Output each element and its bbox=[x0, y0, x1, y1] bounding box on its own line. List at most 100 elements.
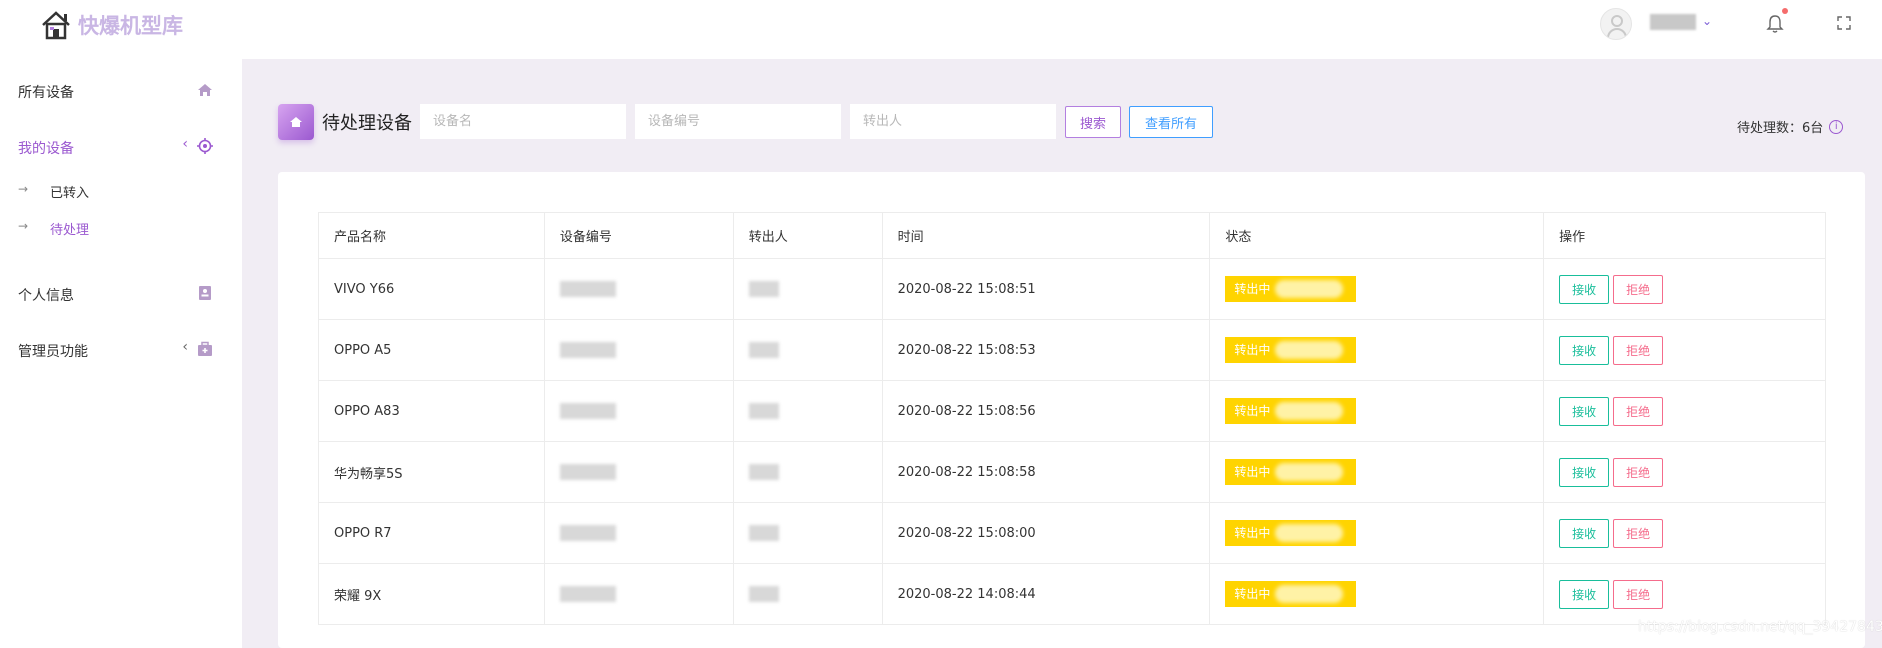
actions-cell: 接收 拒绝 bbox=[1543, 502, 1826, 564]
medical-bag-icon bbox=[198, 341, 212, 356]
status-badge: 转出中 bbox=[1225, 276, 1357, 302]
reject-button[interactable]: 拒绝 bbox=[1613, 335, 1664, 365]
sidebar-item-personal-info[interactable]: 个人信息 bbox=[18, 282, 214, 306]
status-cell: 转出中 bbox=[1209, 502, 1545, 564]
search-button[interactable]: 搜索 bbox=[1065, 106, 1121, 138]
sender-cell bbox=[732, 441, 883, 503]
status-cell: 转出中 bbox=[1209, 258, 1545, 320]
view-all-button[interactable]: 查看所有 bbox=[1129, 106, 1213, 138]
chevron-left-icon: ‹ bbox=[182, 339, 188, 355]
device-code-blurred bbox=[559, 403, 616, 419]
device-code-cell bbox=[543, 441, 734, 503]
device-code-blurred bbox=[559, 525, 616, 541]
product-name: OPPO A83 bbox=[334, 403, 400, 419]
product-name: OPPO A5 bbox=[334, 342, 392, 358]
sidebar-item-my-devices[interactable]: 我的设备 ‹ bbox=[18, 135, 214, 159]
device-name-input[interactable] bbox=[420, 104, 626, 139]
status-badge: 转出中 bbox=[1225, 459, 1357, 485]
product-name: VIVO Y66 bbox=[334, 281, 395, 297]
sender-input[interactable] bbox=[850, 104, 1056, 139]
table-row: 荣耀 9X 2020-08-22 14:08:44 转出中 接收 拒绝 bbox=[318, 563, 1826, 625]
pending-count-text: 待处理数：6台 bbox=[1737, 121, 1824, 136]
device-code-cell bbox=[543, 563, 734, 625]
product-name-cell: OPPO R7 bbox=[318, 502, 545, 564]
status-cell: 转出中 bbox=[1209, 319, 1545, 381]
pending-devices-table: 产品名称 设备编号 转出人 时间 状态 操作 VIVO Y66 2020-08-2… bbox=[318, 212, 1826, 625]
sidebar-item-label: 管理员功能 bbox=[18, 344, 88, 360]
status-text: 转出中 bbox=[1234, 343, 1271, 357]
time-value: 2020-08-22 15:08:58 bbox=[897, 464, 1036, 480]
arrow-right-icon: → bbox=[18, 219, 29, 233]
reject-button[interactable]: 拒绝 bbox=[1613, 579, 1664, 609]
chevron-down-icon[interactable]: ⌄ bbox=[1702, 14, 1712, 28]
arrow-right-icon: → bbox=[18, 182, 29, 196]
sender-cell bbox=[732, 502, 883, 564]
logo-text: 快爆机型库 bbox=[78, 14, 183, 38]
reject-button[interactable]: 拒绝 bbox=[1613, 274, 1664, 304]
device-code-cell bbox=[543, 380, 734, 442]
product-name-cell: OPPO A5 bbox=[318, 319, 545, 381]
table-row: OPPO A83 2020-08-22 15:08:56 转出中 接收 拒绝 bbox=[318, 380, 1826, 442]
info-icon[interactable]: i bbox=[1829, 119, 1844, 134]
reject-button[interactable]: 拒绝 bbox=[1613, 457, 1664, 487]
time-cell: 2020-08-22 15:08:00 bbox=[881, 502, 1211, 564]
product-name-cell: 荣耀 9X bbox=[318, 563, 545, 625]
actions-cell: 接收 拒绝 bbox=[1543, 258, 1826, 320]
device-code-blurred bbox=[559, 586, 616, 602]
notification-dot bbox=[1782, 8, 1788, 14]
table-row: OPPO A5 2020-08-22 15:08:53 转出中 接收 拒绝 bbox=[318, 319, 1826, 381]
reject-button[interactable]: 拒绝 bbox=[1613, 518, 1664, 548]
house-logo-icon bbox=[42, 11, 70, 40]
reject-button[interactable]: 拒绝 bbox=[1613, 396, 1664, 426]
username-blurred[interactable] bbox=[1650, 14, 1696, 30]
accept-button[interactable]: 接收 bbox=[1559, 396, 1610, 426]
device-code-cell bbox=[543, 319, 734, 381]
table-row: OPPO R7 2020-08-22 15:08:00 转出中 接收 拒绝 bbox=[318, 502, 1826, 564]
time-value: 2020-08-22 15:08:00 bbox=[897, 525, 1036, 541]
status-text: 转出中 bbox=[1234, 465, 1271, 479]
product-name: 华为畅享5S bbox=[334, 466, 403, 482]
product-name: 荣耀 9X bbox=[334, 588, 382, 604]
time-cell: 2020-08-22 15:08:51 bbox=[881, 258, 1211, 320]
sender-cell bbox=[732, 563, 883, 625]
time-cell: 2020-08-22 15:08:56 bbox=[881, 380, 1211, 442]
avatar[interactable] bbox=[1600, 8, 1632, 40]
sidebar-item-all-devices[interactable]: 所有设备 bbox=[18, 79, 214, 103]
status-text: 转出中 bbox=[1234, 526, 1271, 540]
sidebar-item-label: 所有设备 bbox=[18, 85, 74, 101]
accept-button[interactable]: 接收 bbox=[1559, 335, 1610, 365]
product-name-cell: OPPO A83 bbox=[318, 380, 545, 442]
device-code-blurred bbox=[559, 464, 616, 480]
sidebar-item-admin[interactable]: 管理员功能 ‹ bbox=[18, 338, 214, 362]
logo[interactable]: 快爆机型库 bbox=[40, 9, 183, 41]
page-title: 待处理设备 bbox=[322, 113, 412, 134]
table-row: VIVO Y66 2020-08-22 15:08:51 转出中 接收 拒绝 bbox=[318, 258, 1826, 320]
watermark: https://blog.csdn.net/qq_39427843 bbox=[1638, 619, 1882, 635]
sender-blurred bbox=[748, 281, 779, 297]
column-header: 操作 bbox=[1543, 212, 1826, 259]
status-cell: 转出中 bbox=[1209, 563, 1545, 625]
sidebar-item-label: 个人信息 bbox=[18, 288, 74, 304]
time-value: 2020-08-22 15:08:51 bbox=[897, 281, 1036, 297]
status-badge: 转出中 bbox=[1225, 398, 1357, 424]
product-name-cell: VIVO Y66 bbox=[318, 258, 545, 320]
accept-button[interactable]: 接收 bbox=[1559, 579, 1610, 609]
device-code-cell bbox=[543, 502, 734, 564]
sender-cell bbox=[732, 258, 883, 320]
time-cell: 2020-08-22 15:08:53 bbox=[881, 319, 1211, 381]
column-header: 转出人 bbox=[732, 212, 883, 259]
status-badge: 转出中 bbox=[1225, 581, 1357, 607]
column-header: 产品名称 bbox=[318, 212, 545, 259]
device-code-input[interactable] bbox=[635, 104, 841, 139]
bell-icon[interactable] bbox=[1766, 14, 1784, 34]
status-text: 转出中 bbox=[1234, 404, 1271, 418]
accept-button[interactable]: 接收 bbox=[1559, 274, 1610, 304]
accept-button[interactable]: 接收 bbox=[1559, 457, 1610, 487]
accept-button[interactable]: 接收 bbox=[1559, 518, 1610, 548]
sender-blurred bbox=[748, 342, 779, 358]
time-value: 2020-08-22 14:08:44 bbox=[897, 586, 1036, 602]
product-name: OPPO R7 bbox=[334, 525, 392, 541]
status-text: 转出中 bbox=[1234, 587, 1271, 601]
fullscreen-icon[interactable] bbox=[1836, 15, 1852, 31]
sender-cell bbox=[732, 380, 883, 442]
